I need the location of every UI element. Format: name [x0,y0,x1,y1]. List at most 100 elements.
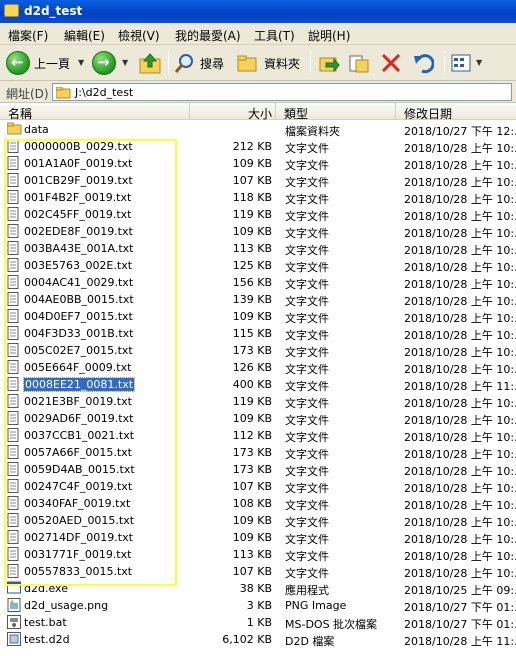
title-bar[interactable]: d2d_test [0,0,516,23]
list-item[interactable]: 0059D4AB_0015.txt 173 KB 文字文件 2018/10/28 上午… [0,461,516,478]
menu-favorites[interactable]: 我的最愛(A) [175,27,241,44]
file-date: 2018/10/28 上午 10:... [404,533,516,546]
list-item[interactable]: 0037CCB1_0021.txt 112 KB 文字文件 2018/10/28 上午… [0,427,516,444]
list-item[interactable]: 003E5763_002E.txt 125 KB 文字文件 2018/10/28 上午… [0,257,516,274]
search-button-label: 搜尋 [200,57,225,71]
file-name: 002EDE8F_0019.txt [24,225,133,238]
list-item[interactable]: 001CB29F_0019.txt 107 KB 文字文件 2018/10/28 上午… [0,172,516,189]
menu-help[interactable]: 說明(H) [308,27,350,44]
file-name: 0008EE21_0081.txt [22,377,136,392]
address-bar: 網址(D) J:\d2d_test [0,81,516,103]
menu-tools[interactable]: 工具(T) [254,27,295,44]
list-item[interactable]: data 檔案資料夾 2018/10/27 下午 12:... [0,121,516,138]
undo-button[interactable] [412,49,436,77]
d2d-file-icon [7,632,21,649]
column-type[interactable]: 類型 [276,103,396,121]
list-item[interactable]: 005E664F_0009.txt 126 KB 文字文件 2018/10/28 上午… [0,359,516,376]
list-item-selected[interactable]: 0008EE21_0081.txt 400 KB 文字文件 2018/10/28 上午… [0,376,516,393]
list-item[interactable]: test.bat 1 KB MS-DOS 批次檔案 2018/10/27 下午 01:… [0,614,516,631]
file-name: 00340FAF_0019.txt [24,497,131,510]
text-file-icon [7,394,19,411]
file-date: 2018/10/28 上午 10:... [404,482,516,495]
text-file-icon [7,530,19,547]
image-file-icon [7,598,21,615]
list-item[interactable]: 0031771F_0019.txt 113 KB 文字文件 2018/10/28 上午… [0,546,516,563]
text-file-icon [7,275,19,292]
text-file-icon [7,241,19,258]
forward-dropdown-icon[interactable]: ▼ [122,58,128,67]
list-item[interactable]: 0000000B_0029.txt 212 KB 文字文件 2018/10/28 上午… [0,138,516,155]
forward-button[interactable]: → ▼ [90,49,134,77]
list-item[interactable]: d2d.exe 38 KB 應用程式 2018/10/25 上午 09:... [0,580,516,597]
file-date: 2018/10/28 上午 10:... [404,329,516,342]
column-date[interactable]: 修改日期 [396,103,516,121]
file-date: 2018/10/28 上午 10:... [404,363,516,376]
list-item[interactable]: 00340FAF_0019.txt 108 KB 文字文件 2018/10/28 上午… [0,495,516,512]
file-date: 2018/10/25 上午 09:... [404,584,516,597]
list-item[interactable]: 00520AED_0015.txt 109 KB 文字文件 2018/10/28 上午… [0,512,516,529]
list-item[interactable]: 002714DF_0019.txt 109 KB 文字文件 2018/10/28 上午… [0,529,516,546]
list-item[interactable]: 001F4B2F_0019.txt 118 KB 文字文件 2018/10/28 上午… [0,189,516,206]
list-item[interactable]: 00247C4F_0019.txt 107 KB 文字文件 2018/10/28 上午… [0,478,516,495]
text-file-icon [7,343,19,360]
list-item[interactable]: 004F3D33_001B.txt 115 KB 文字文件 2018/10/28 上午… [0,325,516,342]
text-file-icon [7,292,19,309]
file-date: 2018/10/28 上午 10:... [404,431,516,444]
file-name: d2d.exe [24,582,68,595]
file-list[interactable]: 名稱 大小 類型 修改日期 data 檔案資料夾 2018/10/27 下午 12:… [0,103,516,656]
list-item[interactable]: 002C45FF_0019.txt 119 KB 文字文件 2018/10/28 上午… [0,206,516,223]
file-date: 2018/10/27 下午 01:... [404,618,516,631]
list-item[interactable]: 0029AD6F_0019.txt 109 KB 文字文件 2018/10/28 上午… [0,410,516,427]
file-date: 2018/10/28 上午 10:... [404,516,516,529]
back-dropdown-icon[interactable]: ▼ [78,58,84,67]
file-type: 文字文件 [285,533,329,546]
file-size: 108 KB [232,497,272,510]
copy-to-button[interactable] [348,49,372,77]
list-item[interactable]: 002EDE8F_0019.txt 109 KB 文字文件 2018/10/28 上午… [0,223,516,240]
text-file-icon [7,190,19,207]
file-date: 2018/10/27 下午 12:... [404,125,516,138]
file-size: 212 KB [232,140,272,153]
file-name: 0004AC41_0029.txt [24,276,134,289]
column-name[interactable]: 名稱 [0,103,190,121]
back-button[interactable]: ← 上一頁 ▼ [4,49,84,77]
views-dropdown-icon[interactable]: ▼ [476,58,482,67]
list-item[interactable]: 0057A66F_0015.txt 173 KB 文字文件 2018/10/28 上午… [0,444,516,461]
file-type: 文字文件 [285,244,329,257]
list-item[interactable]: 004D0EF7_0015.txt 109 KB 文字文件 2018/10/28 上午… [0,308,516,325]
column-size[interactable]: 大小 [190,103,276,121]
delete-button[interactable] [380,49,404,77]
menu-view[interactable]: 檢視(V) [118,27,160,44]
list-item[interactable]: 004AE0BB_0015.txt 139 KB 文字文件 2018/10/28 上午… [0,291,516,308]
list-item[interactable]: 0021E3BF_0019.txt 119 KB 文字文件 2018/10/28 上午… [0,393,516,410]
menu-file[interactable]: 檔案(F) [8,27,48,44]
menu-edit[interactable]: 編輯(E) [64,27,105,44]
address-field[interactable]: J:\d2d_test [52,83,512,101]
views-button[interactable]: ▼ [450,49,486,77]
file-size: 119 KB [232,208,272,221]
toolbar-separator [310,51,311,75]
file-name: 0059D4AB_0015.txt [24,463,135,476]
list-item[interactable]: 00557833_0015.txt 107 KB 文字文件 2018/10/28 上午… [0,563,516,580]
up-folder-button[interactable] [138,49,164,77]
file-size: 109 KB [232,514,272,527]
file-size: 3 KB [246,599,272,612]
search-button[interactable]: 搜尋 [174,49,232,77]
file-date: 2018/10/28 上午 10:... [404,295,516,308]
file-type: 文字文件 [285,380,329,393]
text-file-icon [7,360,19,377]
list-item[interactable]: 003BA43E_001A.txt 113 KB 文字文件 2018/10/28 上午… [0,240,516,257]
list-item[interactable]: 005C02E7_0015.txt 173 KB 文字文件 2018/10/28 上午… [0,342,516,359]
forward-arrow-icon: → [92,51,116,75]
list-item[interactable]: test.d2d 6,102 KB D2D 檔案 2018/10/28 上午 11:.… [0,631,516,648]
delete-icon [381,53,401,73]
file-name: d2d_usage.png [24,599,109,612]
list-item[interactable]: d2d_usage.png 3 KB PNG Image 2018/10/27 下午 … [0,597,516,614]
file-name: 002714DF_0019.txt [24,531,133,544]
file-type: 文字文件 [285,176,329,189]
list-item[interactable]: 0004AC41_0029.txt 156 KB 文字文件 2018/10/28 上午… [0,274,516,291]
move-to-button[interactable] [318,49,342,77]
folders-button[interactable]: 資料夾 [236,49,304,77]
list-item[interactable]: 001A1A0F_0019.txt 109 KB 文字文件 2018/10/28 上午… [0,155,516,172]
file-date: 2018/10/28 上午 10:... [404,567,516,580]
